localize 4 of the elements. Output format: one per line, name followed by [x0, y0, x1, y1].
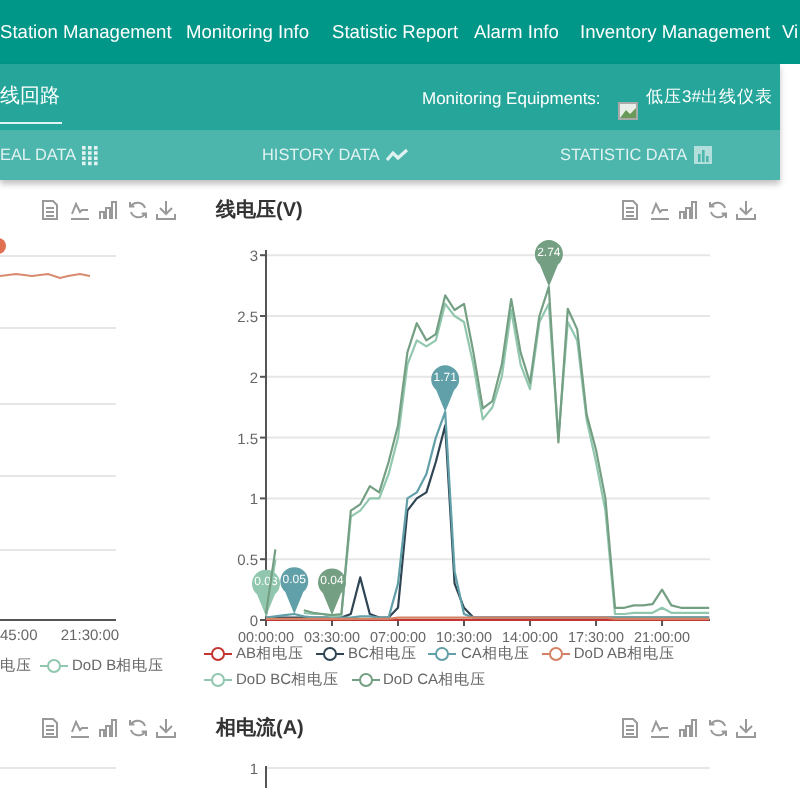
- chart-title: 线电压(V): [216, 197, 303, 224]
- equipment-label: Monitoring Equipments:: [422, 87, 603, 107]
- chart-title: 相电流(A): [216, 714, 304, 742]
- equipment-name: 低压3#出线仪表: [646, 85, 773, 109]
